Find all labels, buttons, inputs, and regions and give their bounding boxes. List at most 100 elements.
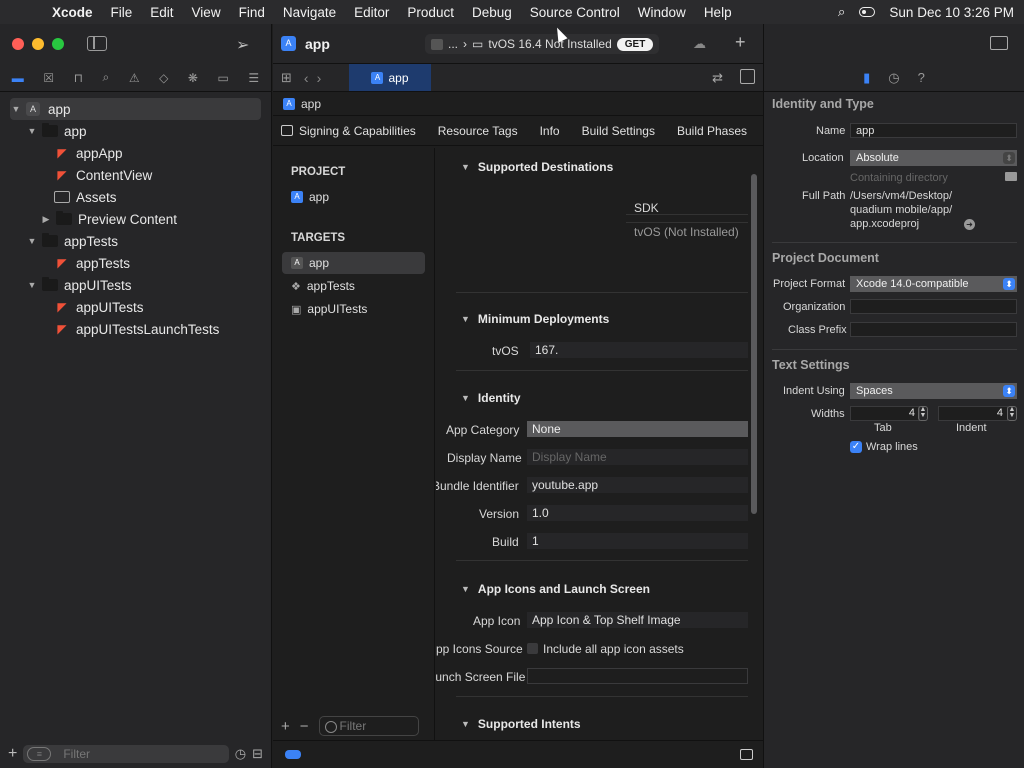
tree-row-preview-content[interactable]: ▶ Preview Content <box>0 208 271 230</box>
targets-filter-input[interactable]: Filter <box>318 716 419 736</box>
recent-files-icon[interactable]: ◷ <box>235 746 246 762</box>
spotlight-search-icon[interactable]: ⌕ <box>838 4 846 20</box>
section-supported-intents[interactable]: ▼ Supported Intents <box>461 717 581 731</box>
refresh-arrows-icon[interactable]: ⇄ <box>712 70 723 86</box>
target-toggle-icon[interactable] <box>281 125 293 136</box>
tree-row-folder-appuitests[interactable]: ▼ appUITests <box>0 274 271 296</box>
menu-source-control[interactable]: Source Control <box>521 5 629 20</box>
project-item-app[interactable]: A app <box>273 186 434 208</box>
source-control-navigator-icon[interactable]: ☒ <box>43 71 54 85</box>
disclosure-open-icon[interactable]: ▼ <box>461 314 470 324</box>
section-minimum-deployments[interactable]: ▼ Minimum Deployments <box>461 312 609 326</box>
indent-width-field[interactable]: 4 <box>938 406 1008 421</box>
scheme-destination-selector[interactable]: ... › ▭ tvOS 16.4 Not Installed GET <box>425 34 660 54</box>
wrap-lines-label[interactable]: Wrap lines <box>866 441 918 453</box>
status-indicator-icon[interactable] <box>285 750 301 759</box>
disclosure-open-icon[interactable]: ▼ <box>461 162 470 172</box>
disclosure-closed-icon[interactable]: ▶ <box>40 214 52 225</box>
indent-using-popup[interactable]: Spaces <box>850 383 1017 399</box>
tab-build-phases[interactable]: Build Phases <box>666 124 758 138</box>
control-center-icon[interactable] <box>859 7 876 17</box>
tree-row-folder-app[interactable]: ▼ app <box>0 120 271 142</box>
menu-edit[interactable]: Edit <box>141 5 182 20</box>
menu-app-name[interactable]: Xcode <box>52 5 102 20</box>
tree-row-appuitestslaunchtests[interactable]: ◤ appUITestsLaunchTests <box>0 318 271 340</box>
related-items-grid-icon[interactable]: ⊞ <box>281 70 292 86</box>
app-icon-field[interactable]: App Icon & Top Shelf Image <box>527 612 748 628</box>
tab-build-settings[interactable]: Build Settings <box>571 124 666 138</box>
wrap-lines-checkbox-icon[interactable]: ✓ <box>850 441 862 453</box>
menu-help[interactable]: Help <box>695 5 741 20</box>
menu-product[interactable]: Product <box>398 5 463 20</box>
section-app-icons[interactable]: ▼ App Icons and Launch Screen <box>461 582 650 596</box>
name-field[interactable]: app <box>850 123 1017 138</box>
tab-app[interactable]: A app <box>349 64 431 91</box>
target-item-appuitests[interactable]: ▣ appUITests <box>273 298 434 320</box>
folder-reveal-icon[interactable] <box>1005 172 1017 181</box>
menu-find[interactable]: Find <box>230 5 274 20</box>
tab-width-stepper-icon[interactable]: ▲ ▼ <box>918 406 928 421</box>
find-navigator-icon[interactable]: ⌕ <box>103 70 110 85</box>
menu-file[interactable]: File <box>102 5 142 20</box>
location-popup[interactable]: Absolute <box>850 150 1017 166</box>
symbol-navigator-icon[interactable]: ⊓ <box>74 71 83 85</box>
tree-row-assets[interactable]: Assets <box>0 186 271 208</box>
menu-navigate[interactable]: Navigate <box>274 5 345 20</box>
tree-row-apptests-file[interactable]: ◤ appTests <box>0 252 271 274</box>
tvos-deployment-field[interactable]: 167. <box>530 342 748 358</box>
disclosure-open-icon[interactable]: ▼ <box>461 719 470 729</box>
checkbox-unchecked-icon[interactable] <box>527 643 538 654</box>
indent-width-stepper-icon[interactable]: ▲ ▼ <box>1007 406 1017 421</box>
history-inspector-clock-icon[interactable]: ◷ <box>888 70 899 86</box>
target-item-apptests[interactable]: ❖ appTests <box>273 275 434 297</box>
bundle-identifier-field[interactable]: youtube.app <box>527 477 748 493</box>
project-format-popup[interactable]: Xcode 14.0-compatible <box>850 276 1017 292</box>
report-navigator-icon[interactable]: ☰ <box>248 71 259 85</box>
debug-navigator-icon[interactable]: ❋ <box>188 71 198 85</box>
reveal-in-finder-arrow-icon[interactable]: ➜ <box>964 219 975 230</box>
debug-area-toggle-icon[interactable] <box>740 749 753 760</box>
tab-info[interactable]: Info <box>529 124 571 138</box>
class-prefix-field[interactable] <box>850 322 1017 337</box>
disclosure-open-icon[interactable]: ▼ <box>461 393 470 403</box>
tree-row-contentview[interactable]: ◤ ContentView <box>0 164 271 186</box>
vertical-scrollbar[interactable] <box>751 174 757 514</box>
tab-resource-tags[interactable]: Resource Tags <box>427 124 529 138</box>
disclosure-open-icon[interactable]: ▼ <box>26 280 38 290</box>
add-library-icon[interactable]: + <box>735 32 746 53</box>
menu-debug[interactable]: Debug <box>463 5 521 20</box>
section-identity[interactable]: ▼ Identity <box>461 391 521 405</box>
tree-row-appApp[interactable]: ◤ appApp <box>0 142 271 164</box>
tree-row-project-app[interactable]: ▼ A app <box>10 98 261 120</box>
disclosure-open-icon[interactable]: ▼ <box>461 584 470 594</box>
add-file-icon[interactable]: + <box>8 745 17 763</box>
disclosure-open-icon[interactable]: ▼ <box>26 236 38 246</box>
jump-bar-item[interactable]: app <box>301 97 321 111</box>
scm-filter-icon[interactable]: ⊟ <box>252 746 263 762</box>
file-inspector-doc-icon[interactable]: ▮ <box>863 70 870 86</box>
issue-navigator-icon[interactable]: ⚠ <box>129 71 140 85</box>
cloud-icon[interactable]: ☁ <box>693 36 706 52</box>
menu-window[interactable]: Window <box>629 5 695 20</box>
section-supported-destinations[interactable]: ▼ Supported Destinations <box>461 160 613 174</box>
app-category-popup[interactable]: None <box>527 421 748 437</box>
split-editor-icon[interactable] <box>740 69 755 84</box>
menu-clock[interactable]: Sun Dec 10 3:26 PM <box>889 5 1014 20</box>
target-item-app[interactable]: A app <box>282 252 425 274</box>
back-forward-icon[interactable]: ‹› <box>304 70 329 86</box>
breakpoint-navigator-icon[interactable]: ▭ <box>218 71 229 85</box>
test-navigator-icon[interactable]: ◇ <box>159 71 168 85</box>
remove-target-icon[interactable]: − <box>300 718 309 735</box>
sidebar-toggle-icon[interactable] <box>87 36 107 51</box>
display-name-field[interactable]: Display Name <box>527 449 748 465</box>
disclosure-open-icon[interactable]: ▼ <box>26 126 38 136</box>
get-platform-button[interactable]: GET <box>616 37 654 51</box>
include-all-icons-checkbox[interactable]: Include all app icon assets <box>527 642 684 656</box>
run-icon[interactable]: ➢ <box>236 35 249 55</box>
version-field[interactable]: 1.0 <box>527 505 748 521</box>
project-navigator-folder-icon[interactable]: ▬ <box>12 71 24 85</box>
minimize-window-button[interactable] <box>32 38 44 50</box>
menu-view[interactable]: View <box>183 5 230 20</box>
inspector-toggle-icon[interactable] <box>990 36 1008 50</box>
tab-width-field[interactable]: 4 <box>850 406 920 421</box>
